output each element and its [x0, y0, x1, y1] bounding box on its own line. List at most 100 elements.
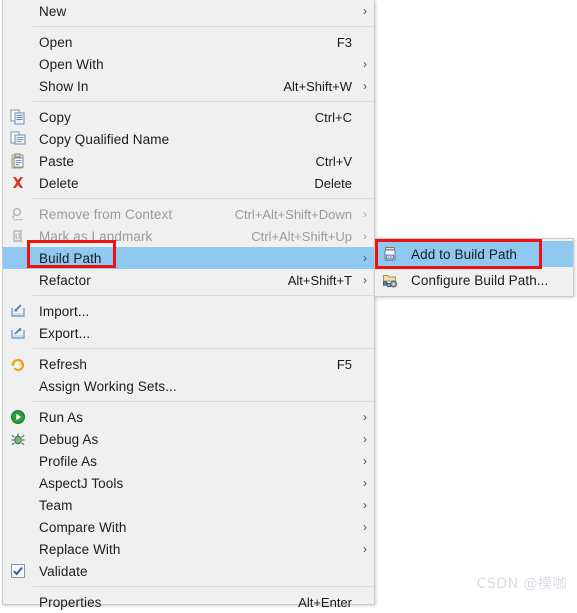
menu-item-label: Debug As	[39, 431, 99, 447]
build-path-submenu[interactable]: 010 Add to Build Path Configure Build Path…	[374, 238, 574, 297]
submenu-chevron-icon: ›	[363, 542, 367, 556]
validate-checkbox-icon	[3, 560, 33, 582]
menu-item-compare-with[interactable]: Compare With ›	[3, 516, 374, 538]
menu-item-icon-placeholder	[3, 494, 33, 516]
submenu-chevron-icon: ›	[363, 273, 367, 287]
menu-item-arrow-spacer: ›	[356, 154, 374, 168]
menu-separator	[33, 401, 374, 402]
copy-icon	[3, 106, 33, 128]
submenu-item-label: Add to Build Path	[411, 246, 518, 262]
menu-item-shortcut: Ctrl+Alt+Shift+Down	[234, 206, 352, 222]
copy-qualified-name-icon	[3, 128, 33, 150]
menu-item-shortcut: Alt+Shift+W	[283, 78, 352, 94]
context-menu[interactable]: New › Open F3 › Open With › Show In Alt+Shift+W ›…	[2, 0, 375, 610]
menu-item-team[interactable]: Team ›	[3, 494, 374, 516]
submenu-chevron-icon: ›	[363, 57, 367, 71]
menu-item-new[interactable]: New ›	[3, 0, 374, 22]
menu-item-icon-placeholder	[3, 450, 33, 472]
menu-item-debug-as[interactable]: Debug As ›	[3, 428, 374, 450]
menu-item-show-in[interactable]: Show In Alt+Shift+W ›	[3, 75, 374, 97]
menu-item-label: Properties	[39, 594, 102, 610]
menu-item-icon-placeholder	[3, 591, 33, 613]
menu-item-icon-placeholder	[3, 538, 33, 560]
menu-item-label: Validate	[39, 563, 88, 579]
mark-as-landmark-icon	[3, 225, 33, 247]
menu-item-aspectj-tools[interactable]: AspectJ Tools ›	[3, 472, 374, 494]
menu-item-paste[interactable]: Paste Ctrl+V ›	[3, 150, 374, 172]
menu-item-arrow-spacer: ›	[356, 357, 374, 371]
menu-item-icon-placeholder	[3, 269, 33, 291]
menu-item-arrow-spacer: ›	[356, 35, 374, 49]
export-icon	[3, 322, 33, 344]
menu-item-icon-placeholder	[3, 472, 33, 494]
menu-item-icon-placeholder	[3, 375, 33, 397]
menu-item-icon-placeholder	[3, 0, 33, 22]
submenu-chevron-icon: ›	[363, 4, 367, 18]
menu-item-label: Profile As	[39, 453, 98, 469]
delete-icon	[3, 172, 33, 194]
menu-item-label: Mark as Landmark	[39, 228, 153, 244]
menu-item-run-as[interactable]: Run As ›	[3, 406, 374, 428]
configure-build-path-icon	[375, 267, 405, 293]
menu-item-arrow-spacer: ›	[356, 176, 374, 190]
build-path-submenu-items: 010 Add to Build Path Configure Build Path…	[375, 241, 573, 293]
menu-item-copy[interactable]: Copy Ctrl+C ›	[3, 106, 374, 128]
menu-item-icon-placeholder	[3, 247, 33, 269]
menu-item-validate[interactable]: Validate ›	[3, 560, 374, 582]
menu-item-label: AspectJ Tools	[39, 475, 124, 491]
submenu-chevron-icon: ›	[363, 410, 367, 424]
context-menu-items: New › Open F3 › Open With › Show In Alt+Shift+W ›…	[3, 0, 374, 613]
menu-item-replace-with[interactable]: Replace With ›	[3, 538, 374, 560]
menu-item-export[interactable]: Export... ›	[3, 322, 374, 344]
menu-item-open[interactable]: Open F3 ›	[3, 31, 374, 53]
menu-separator	[33, 295, 374, 296]
menu-item-label: Refactor	[39, 272, 91, 288]
submenu-chevron-icon: ›	[363, 432, 367, 446]
menu-item-icon-placeholder	[3, 75, 33, 97]
menu-item-label: New	[39, 3, 67, 19]
menu-item-label: Show In	[39, 78, 89, 94]
menu-item-assign-working-sets[interactable]: Assign Working Sets... ›	[3, 375, 374, 397]
jar-icon: 010	[375, 241, 405, 267]
submenu-chevron-icon: ›	[363, 476, 367, 490]
menu-item-label: Refresh	[39, 356, 87, 372]
run-as-icon	[3, 406, 33, 428]
menu-item-label: Team	[39, 497, 73, 513]
menu-item-arrow-spacer: ›	[356, 304, 374, 318]
menu-item-shortcut: Ctrl+V	[315, 153, 352, 169]
menu-item-arrow-spacer: ›	[356, 326, 374, 340]
menu-separator	[33, 26, 374, 27]
menu-item-arrow-spacer: ›	[363, 207, 367, 221]
submenu-item-add-to-build-path[interactable]: 010 Add to Build Path	[375, 241, 573, 267]
submenu-item-label: Configure Build Path...	[411, 272, 549, 288]
menu-item-label: Assign Working Sets...	[39, 378, 177, 394]
menu-item-mark-as-landmark: Mark as Landmark Ctrl+Alt+Shift+Up ›	[3, 225, 374, 247]
menu-item-import[interactable]: Import... ›	[3, 300, 374, 322]
menu-item-properties[interactable]: Properties Alt+Enter ›	[3, 591, 374, 613]
menu-item-label: Delete	[39, 175, 79, 191]
menu-item-profile-as[interactable]: Profile As ›	[3, 450, 374, 472]
submenu-chevron-icon: ›	[363, 520, 367, 534]
submenu-chevron-icon: ›	[363, 79, 367, 93]
menu-item-label: Build Path	[39, 250, 102, 266]
menu-item-delete[interactable]: Delete Delete ›	[3, 172, 374, 194]
submenu-chevron-icon: ›	[363, 498, 367, 512]
menu-item-label: Export...	[39, 325, 91, 341]
menu-item-icon-placeholder	[3, 31, 33, 53]
menu-item-refactor[interactable]: Refactor Alt+Shift+T ›	[3, 269, 374, 291]
menu-item-shortcut: Ctrl+C	[314, 109, 352, 125]
menu-item-remove-from-context: Remove from Context Ctrl+Alt+Shift+Down ›	[3, 203, 374, 225]
menu-item-label: Copy	[39, 109, 71, 125]
menu-item-label: Run As	[39, 409, 84, 425]
menu-item-open-with[interactable]: Open With ›	[3, 53, 374, 75]
menu-item-refresh[interactable]: Refresh F5 ›	[3, 353, 374, 375]
menu-item-build-path[interactable]: Build Path ›	[3, 247, 374, 269]
submenu-item-configure-build-path[interactable]: Configure Build Path...	[375, 267, 573, 293]
menu-item-label: Open With	[39, 56, 104, 72]
menu-item-copy-qualified-name[interactable]: Copy Qualified Name ›	[3, 128, 374, 150]
refresh-icon	[3, 353, 33, 375]
remove-from-context-icon	[3, 203, 33, 225]
menu-separator	[33, 586, 374, 587]
menu-item-label: Remove from Context	[39, 206, 173, 222]
menu-item-shortcut: Alt+Enter	[298, 594, 352, 610]
